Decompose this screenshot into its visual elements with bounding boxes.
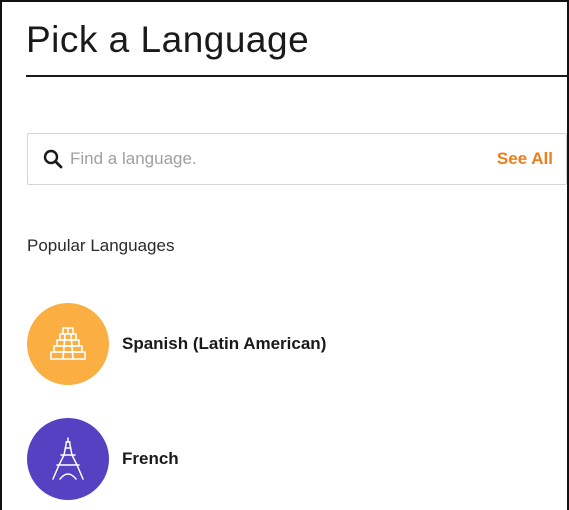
page-title: Pick a Language: [26, 19, 310, 60]
language-label: French: [122, 449, 179, 468]
search-input[interactable]: [70, 144, 497, 174]
language-item-spanish[interactable]: Spanish (Latin American): [27, 303, 326, 385]
pyramid-icon: [50, 327, 86, 360]
search-box[interactable]: See All: [27, 133, 567, 185]
popular-languages-heading: Popular Languages: [27, 236, 175, 255]
search-icon: [42, 148, 64, 170]
language-icon-circle: [27, 418, 109, 500]
language-picker-panel: Pick a Language See All Popular Language…: [0, 0, 569, 510]
title-divider: [26, 75, 569, 77]
language-icon-circle: [27, 303, 109, 385]
language-label: Spanish (Latin American): [122, 334, 327, 353]
see-all-link[interactable]: See All: [497, 149, 553, 169]
eiffel-tower-icon: [52, 437, 84, 480]
language-item-french[interactable]: French: [27, 418, 179, 500]
